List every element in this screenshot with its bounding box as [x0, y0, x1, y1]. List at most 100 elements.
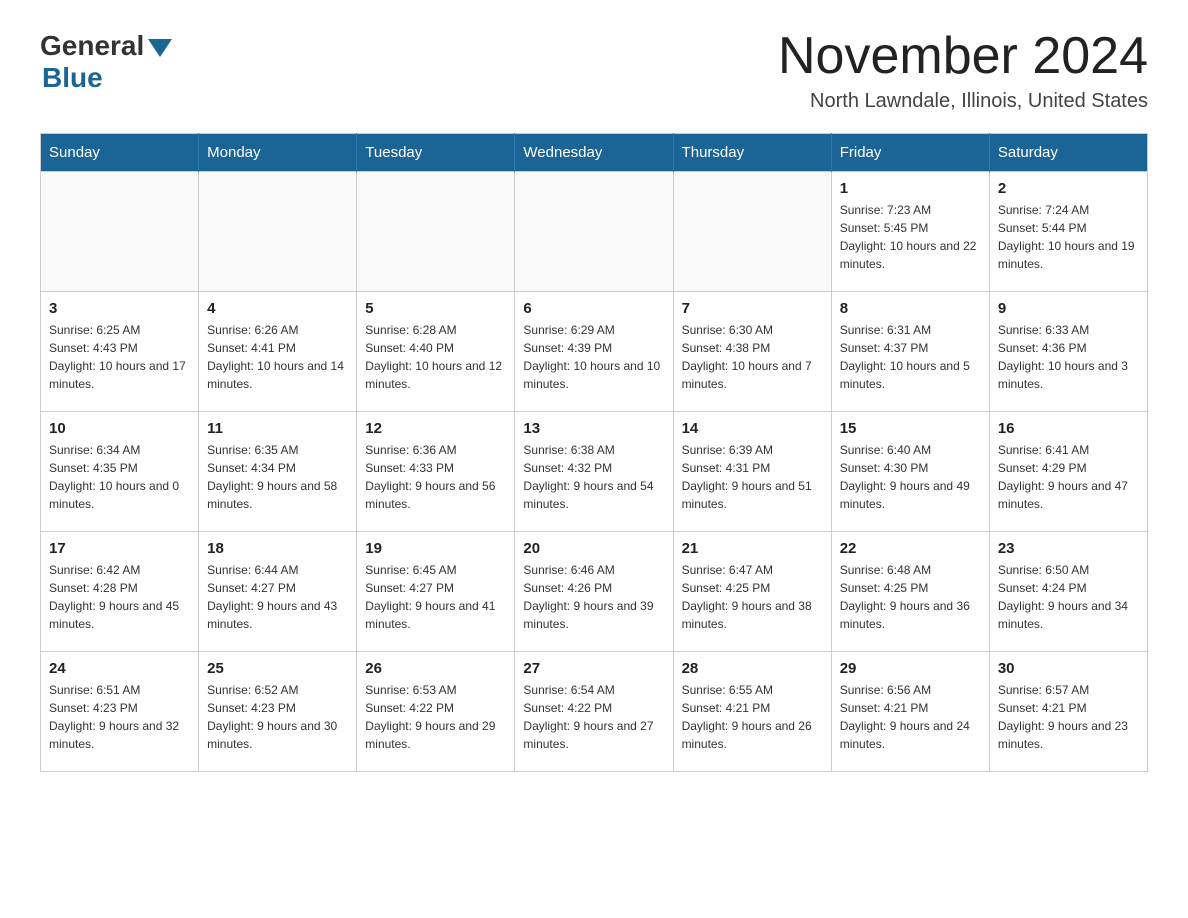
calendar-cell: 5 Sunrise: 6:28 AMSunset: 4:40 PMDaylight… [357, 292, 515, 412]
day-number: 10 [49, 420, 190, 437]
day-info: Sunrise: 6:47 AMSunset: 4:25 PMDaylight:… [682, 561, 823, 633]
calendar-cell: 4Sunrise: 6:26 AMSunset: 4:41 PMDaylight… [199, 292, 357, 412]
day-number: 13 [523, 420, 664, 437]
day-info: Sunrise: 6:31 AMSunset: 4:37 PMDaylight:… [840, 321, 981, 393]
calendar-cell: 30Sunrise: 6:57 AMSunset: 4:21 PMDayligh… [989, 652, 1147, 772]
calendar-cell: 9Sunrise: 6:33 AMSunset: 4:36 PMDaylight… [989, 292, 1147, 412]
day-info: Sunrise: 6:41 AMSunset: 4:29 PMDaylight:… [998, 441, 1139, 513]
day-number: 28 [682, 660, 823, 677]
day-number: 7 [682, 300, 823, 317]
day-info: Sunrise: 6:51 AMSunset: 4:23 PMDaylight:… [49, 681, 190, 753]
month-title: November 2024 [778, 30, 1148, 82]
day-info: Sunrise: 6:56 AMSunset: 4:21 PMDaylight:… [840, 681, 981, 753]
day-info: Sunrise: 6:25 AMSunset: 4:43 PMDaylight:… [49, 321, 190, 393]
calendar-cell: 29 Sunrise: 6:56 AMSunset: 4:21 PMDayligh… [831, 652, 989, 772]
calendar-cell [357, 172, 515, 292]
calendar-cell: 7 Sunrise: 6:30 AMSunset: 4:38 PMDaylight… [673, 292, 831, 412]
calendar-cell: 15 Sunrise: 6:40 AMSunset: 4:30 PMDayligh… [831, 412, 989, 532]
calendar-day-header: Saturday [989, 134, 1147, 172]
calendar-body: 1 Sunrise: 7:23 AMSunset: 5:45 PMDaylight… [41, 172, 1148, 772]
day-info: Sunrise: 6:50 AMSunset: 4:24 PMDaylight:… [998, 561, 1139, 633]
logo-arrow-icon [148, 39, 172, 57]
day-number: 15 [840, 420, 981, 437]
logo-general-text: General [40, 30, 144, 62]
calendar-week-row: 17 Sunrise: 6:42 AMSunset: 4:28 PMDayligh… [41, 532, 1148, 652]
day-number: 4 [207, 300, 348, 317]
calendar-day-header: Thursday [673, 134, 831, 172]
calendar-cell: 1 Sunrise: 7:23 AMSunset: 5:45 PMDaylight… [831, 172, 989, 292]
day-number: 21 [682, 540, 823, 557]
logo-blue-text: Blue [42, 62, 103, 93]
calendar-cell [673, 172, 831, 292]
day-info: Sunrise: 6:55 AMSunset: 4:21 PMDaylight:… [682, 681, 823, 753]
day-info: Sunrise: 6:36 AMSunset: 4:33 PMDaylight:… [365, 441, 506, 513]
calendar-cell: 3 Sunrise: 6:25 AMSunset: 4:43 PMDaylight… [41, 292, 199, 412]
calendar-day-header: Monday [199, 134, 357, 172]
day-info: Sunrise: 6:35 AMSunset: 4:34 PMDaylight:… [207, 441, 348, 513]
day-info: Sunrise: 6:40 AMSunset: 4:30 PMDaylight:… [840, 441, 981, 513]
page-header: General Blue November 2024 North Lawndal… [40, 30, 1148, 113]
calendar-day-header: Friday [831, 134, 989, 172]
day-number: 22 [840, 540, 981, 557]
calendar-week-row: 1 Sunrise: 7:23 AMSunset: 5:45 PMDaylight… [41, 172, 1148, 292]
calendar-cell: 18 Sunrise: 6:44 AMSunset: 4:27 PMDayligh… [199, 532, 357, 652]
day-number: 20 [523, 540, 664, 557]
day-info: Sunrise: 6:29 AMSunset: 4:39 PMDaylight:… [523, 321, 664, 393]
day-number: 1 [840, 180, 981, 197]
calendar-cell: 8Sunrise: 6:31 AMSunset: 4:37 PMDaylight… [831, 292, 989, 412]
day-number: 24 [49, 660, 190, 677]
calendar-cell [515, 172, 673, 292]
calendar-cell: 12 Sunrise: 6:36 AMSunset: 4:33 PMDayligh… [357, 412, 515, 532]
calendar-cell: 19Sunrise: 6:45 AMSunset: 4:27 PMDayligh… [357, 532, 515, 652]
calendar-cell: 28 Sunrise: 6:55 AMSunset: 4:21 PMDayligh… [673, 652, 831, 772]
calendar-day-header: Tuesday [357, 134, 515, 172]
calendar-cell: 10 Sunrise: 6:34 AMSunset: 4:35 PMDayligh… [41, 412, 199, 532]
day-number: 18 [207, 540, 348, 557]
calendar-cell: 17 Sunrise: 6:42 AMSunset: 4:28 PMDayligh… [41, 532, 199, 652]
calendar-cell: 16 Sunrise: 6:41 AMSunset: 4:29 PMDayligh… [989, 412, 1147, 532]
day-number: 2 [998, 180, 1139, 197]
day-info: Sunrise: 6:42 AMSunset: 4:28 PMDaylight:… [49, 561, 190, 633]
day-number: 17 [49, 540, 190, 557]
day-info: Sunrise: 6:30 AMSunset: 4:38 PMDaylight:… [682, 321, 823, 393]
calendar-header: SundayMondayTuesdayWednesdayThursdayFrid… [41, 134, 1148, 172]
day-info: Sunrise: 6:52 AMSunset: 4:23 PMDaylight:… [207, 681, 348, 753]
location-title: North Lawndale, Illinois, United States [778, 90, 1148, 113]
calendar-cell: 24 Sunrise: 6:51 AMSunset: 4:23 PMDayligh… [41, 652, 199, 772]
calendar-cell: 23 Sunrise: 6:50 AMSunset: 4:24 PMDayligh… [989, 532, 1147, 652]
day-number: 5 [365, 300, 506, 317]
day-info: Sunrise: 6:34 AMSunset: 4:35 PMDaylight:… [49, 441, 190, 513]
day-number: 27 [523, 660, 664, 677]
day-info: Sunrise: 6:33 AMSunset: 4:36 PMDaylight:… [998, 321, 1139, 393]
day-info: Sunrise: 7:23 AMSunset: 5:45 PMDaylight:… [840, 201, 981, 273]
day-info: Sunrise: 6:54 AMSunset: 4:22 PMDaylight:… [523, 681, 664, 753]
calendar-table: SundayMondayTuesdayWednesdayThursdayFrid… [40, 133, 1148, 772]
day-info: Sunrise: 7:24 AMSunset: 5:44 PMDaylight:… [998, 201, 1139, 273]
day-number: 29 [840, 660, 981, 677]
calendar-cell [41, 172, 199, 292]
day-number: 26 [365, 660, 506, 677]
day-number: 23 [998, 540, 1139, 557]
calendar-cell: 20Sunrise: 6:46 AMSunset: 4:26 PMDayligh… [515, 532, 673, 652]
day-number: 6 [523, 300, 664, 317]
day-info: Sunrise: 6:48 AMSunset: 4:25 PMDaylight:… [840, 561, 981, 633]
calendar-cell: 27 Sunrise: 6:54 AMSunset: 4:22 PMDayligh… [515, 652, 673, 772]
day-number: 3 [49, 300, 190, 317]
day-info: Sunrise: 6:45 AMSunset: 4:27 PMDaylight:… [365, 561, 506, 633]
calendar-week-row: 24 Sunrise: 6:51 AMSunset: 4:23 PMDayligh… [41, 652, 1148, 772]
calendar-cell: 11Sunrise: 6:35 AMSunset: 4:34 PMDayligh… [199, 412, 357, 532]
day-info: Sunrise: 6:53 AMSunset: 4:22 PMDaylight:… [365, 681, 506, 753]
day-number: 16 [998, 420, 1139, 437]
calendar-week-row: 3 Sunrise: 6:25 AMSunset: 4:43 PMDaylight… [41, 292, 1148, 412]
calendar-cell: 21 Sunrise: 6:47 AMSunset: 4:25 PMDayligh… [673, 532, 831, 652]
calendar-cell: 26 Sunrise: 6:53 AMSunset: 4:22 PMDayligh… [357, 652, 515, 772]
day-info: Sunrise: 6:44 AMSunset: 4:27 PMDaylight:… [207, 561, 348, 633]
title-section: November 2024 North Lawndale, Illinois, … [778, 30, 1148, 113]
day-info: Sunrise: 6:38 AMSunset: 4:32 PMDaylight:… [523, 441, 664, 513]
calendar-cell: 25Sunrise: 6:52 AMSunset: 4:23 PMDayligh… [199, 652, 357, 772]
day-number: 30 [998, 660, 1139, 677]
day-info: Sunrise: 6:28 AMSunset: 4:40 PMDaylight:… [365, 321, 506, 393]
calendar-week-row: 10 Sunrise: 6:34 AMSunset: 4:35 PMDayligh… [41, 412, 1148, 532]
logo: General Blue [40, 30, 172, 94]
day-number: 12 [365, 420, 506, 437]
